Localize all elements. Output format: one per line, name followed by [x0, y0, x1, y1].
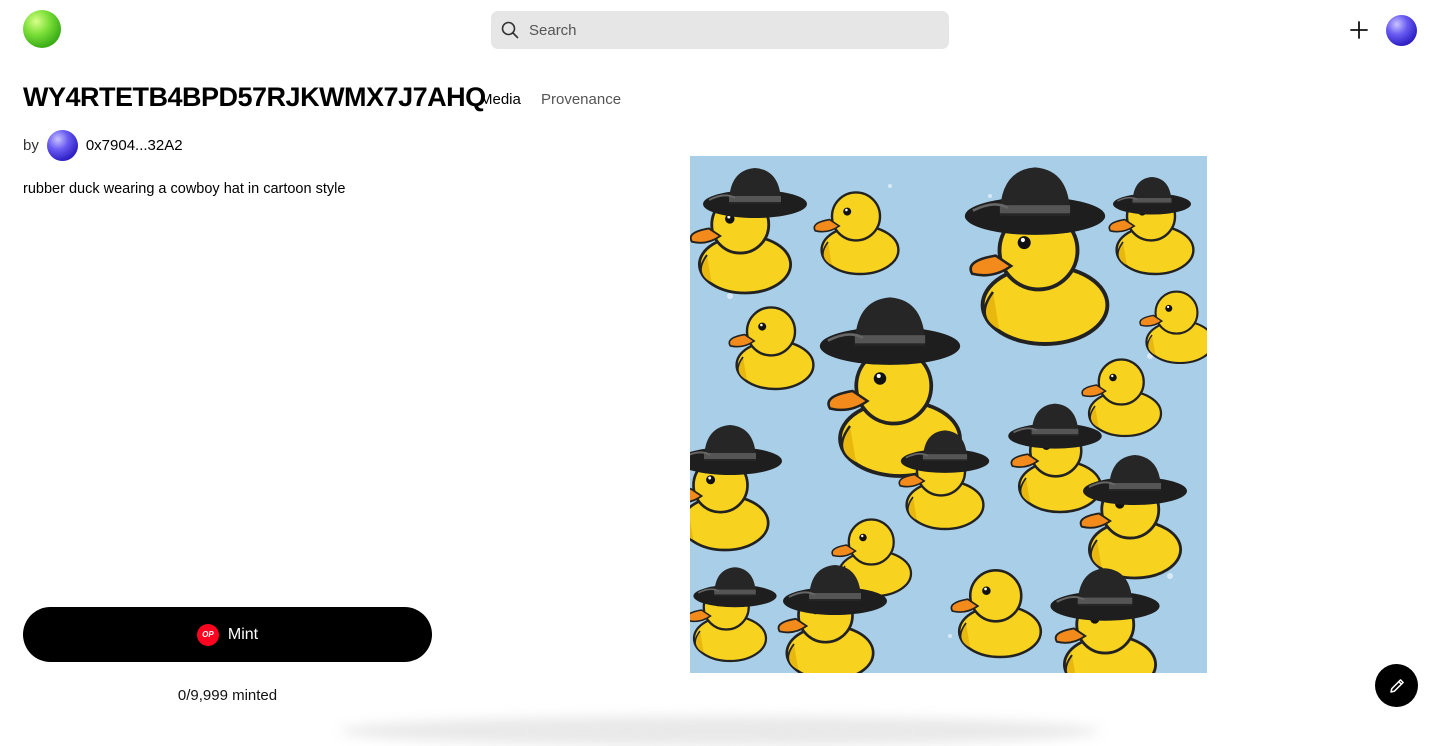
artwork-image: [690, 156, 1207, 673]
optimism-icon: OP: [196, 623, 219, 646]
pencil-icon: [1389, 678, 1404, 693]
token-description: rubber duck wearing a cowboy hat in cart…: [23, 181, 346, 197]
creator-row: by 0x7904...32A2: [23, 130, 183, 161]
tab-provenance[interactable]: Provenance: [541, 91, 621, 108]
mint-button[interactable]: OP Mint: [23, 607, 432, 662]
bottom-shadow: [340, 716, 1100, 746]
edit-button[interactable]: [1375, 664, 1418, 707]
search-bar[interactable]: [491, 11, 949, 49]
plus-icon[interactable]: [1348, 19, 1370, 41]
user-avatar[interactable]: [1386, 15, 1417, 46]
by-label: by: [23, 137, 39, 154]
tab-media[interactable]: Media: [480, 91, 521, 108]
search-icon: [501, 21, 519, 39]
minted-count: 0/9,999 minted: [177, 687, 278, 704]
mint-label: Mint: [227, 625, 259, 643]
creator-address[interactable]: 0x7904...32A2: [86, 137, 183, 154]
token-title: WY4RTETB4BPD57RJKWMX7J7AHQ: [23, 82, 486, 112]
search-input[interactable]: [527, 20, 931, 40]
creator-avatar[interactable]: [46, 130, 78, 161]
logo[interactable]: [23, 10, 61, 48]
